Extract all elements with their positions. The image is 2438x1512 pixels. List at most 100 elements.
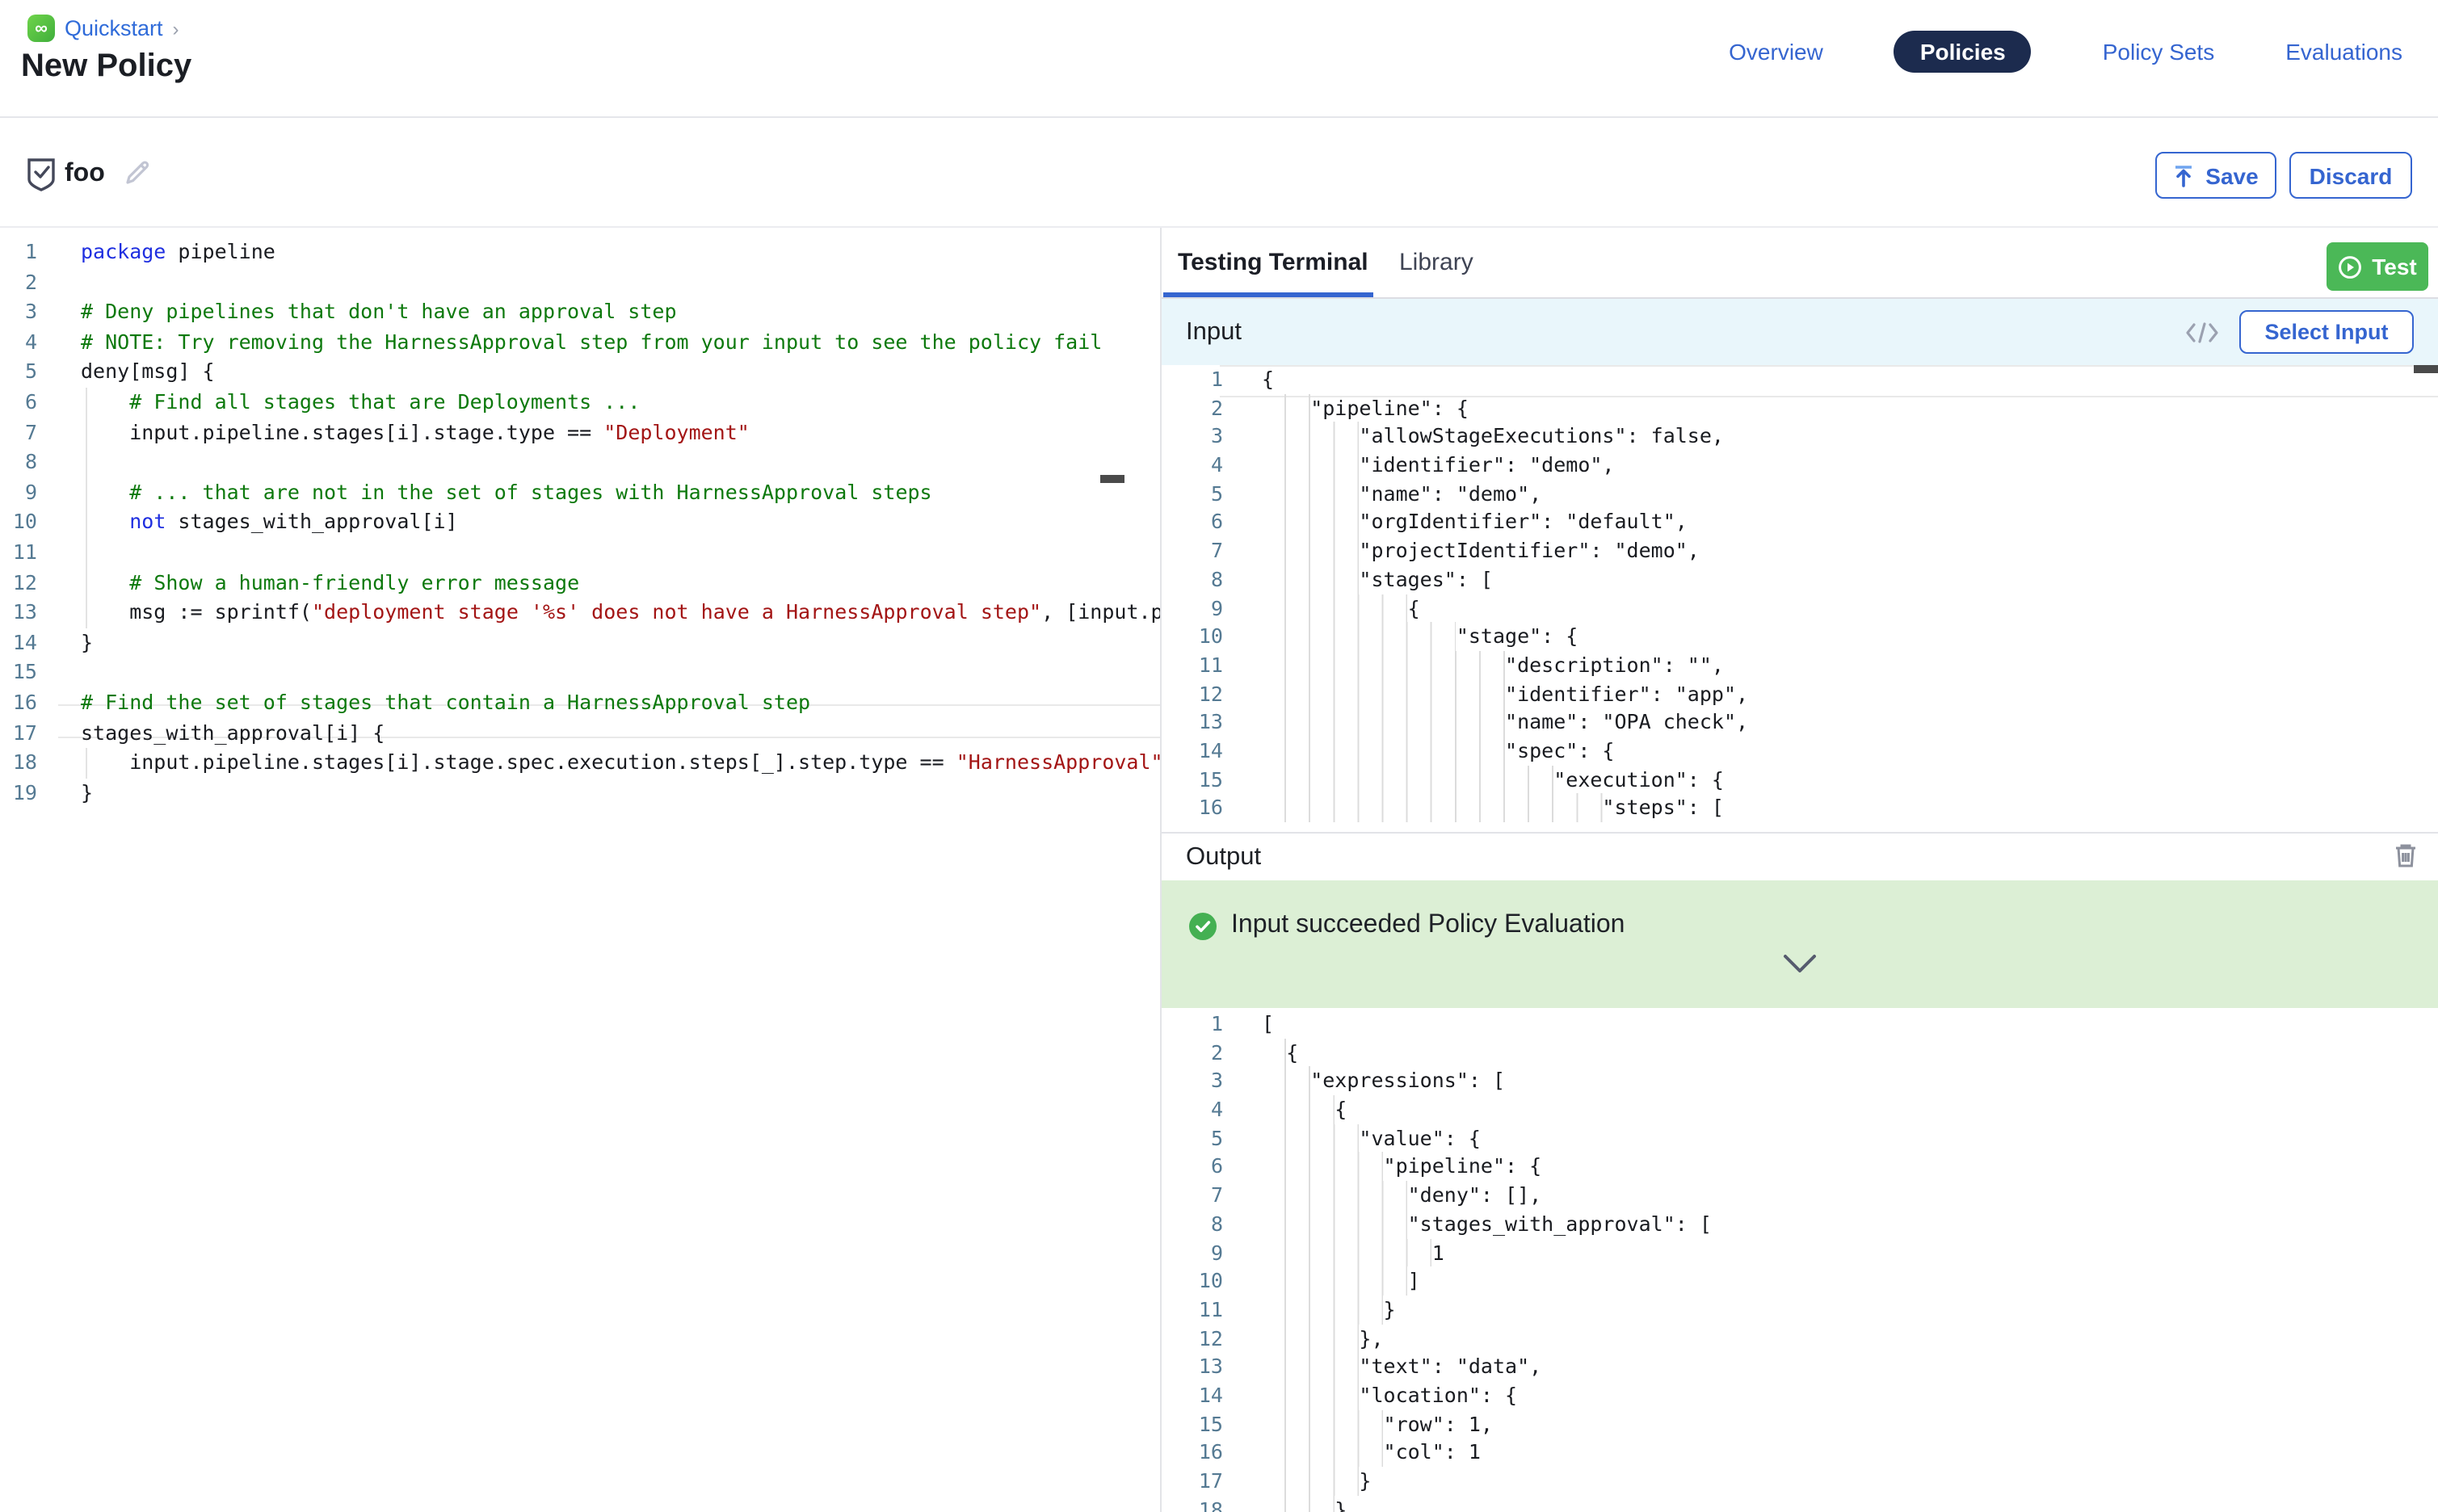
line-number: 7	[1162, 536, 1223, 565]
policy-code-editor[interactable]: 1package pipeline23# Deny pipelines that…	[0, 228, 1160, 1512]
line-number: 4	[0, 328, 37, 358]
code-line: 13 msg := sprintf("deployment stage '%s'…	[0, 598, 1160, 628]
line-number: 12	[1162, 1324, 1223, 1352]
code-line: 11 "description": "",	[1162, 651, 2438, 679]
breadcrumb-project-link[interactable]: Quickstart	[65, 16, 163, 40]
line-number: 3	[1162, 422, 1223, 451]
line-number: 16	[1162, 1438, 1223, 1467]
save-button[interactable]: Save	[2155, 152, 2276, 199]
code-line: 17 }	[1162, 1467, 2438, 1495]
indent-guides	[1262, 451, 1359, 479]
input-title: Input	[1186, 317, 1242, 346]
indent-guides	[1262, 794, 1602, 822]
indent-guides	[1262, 536, 1359, 565]
tab-testing-terminal[interactable]: Testing Terminal	[1178, 228, 1368, 297]
code-line: 1[	[1162, 1010, 2438, 1038]
tab-policies[interactable]: Policies	[1894, 31, 2032, 73]
banner-message: Input succeeded Policy Evaluation	[1231, 911, 1625, 940]
line-number: 13	[1162, 1353, 1223, 1381]
line-number: 11	[0, 538, 37, 568]
code-line: 15 "execution": {	[1162, 765, 2438, 793]
chevron-right-icon: ›	[173, 17, 179, 40]
code-line: 16 "steps": [	[1162, 794, 2438, 822]
code-line: 16# Find the set of stages that contain …	[0, 688, 1160, 718]
code-line: 9 1	[1162, 1238, 2438, 1266]
code-line: 15 "row": 1,	[1162, 1409, 2438, 1438]
code-line: 17stages_with_approval[i] {	[0, 718, 1160, 748]
indent-guides	[1262, 1238, 1432, 1266]
line-number: 15	[0, 658, 37, 688]
line-number: 9	[0, 478, 37, 508]
select-input-button[interactable]: Select Input	[2239, 310, 2414, 354]
line-number: 2	[1162, 1038, 1223, 1066]
code-line: 14}	[0, 628, 1160, 657]
scroll-ruler-cursor-mark	[1100, 475, 1124, 483]
code-line: 13 "text": "data",	[1162, 1353, 2438, 1381]
line-number: 8	[1162, 1210, 1223, 1238]
tab-overview[interactable]: Overview	[1729, 39, 1823, 65]
code-line: 18 input.pipeline.stages[i].stage.spec.e…	[0, 748, 1160, 778]
chevron-down-icon[interactable]	[1782, 953, 1818, 974]
indent-guides	[1262, 1266, 1408, 1295]
input-json-editor[interactable]: 1{2 "pipeline": {3 "allowStageExecutions…	[1162, 365, 2438, 832]
code-line: 1{	[1162, 365, 2438, 393]
line-number: 18	[1162, 1495, 1223, 1512]
header-tabs: Overview Policies Policy Sets Evaluation…	[1729, 31, 2402, 73]
page-title: New Policy	[21, 48, 191, 86]
line-number: 13	[1162, 708, 1223, 737]
line-number: 12	[1162, 679, 1223, 708]
line-number: 8	[1162, 565, 1223, 594]
edit-pencil-icon[interactable]	[123, 158, 152, 187]
code-line: 8 "stages": [	[1162, 565, 2438, 594]
line-number: 10	[1162, 622, 1223, 650]
line-number: 7	[0, 418, 37, 447]
line-number: 11	[1162, 1296, 1223, 1324]
indent-guides	[1262, 737, 1505, 765]
tab-evaluations[interactable]: Evaluations	[2285, 39, 2402, 65]
code-line: 9 # ... that are not in the set of stage…	[0, 478, 1160, 508]
indent-guides	[1262, 679, 1505, 708]
code-line: 13 "name": "OPA check",	[1162, 708, 2438, 737]
indent-guides	[1262, 708, 1505, 737]
line-number: 6	[1162, 508, 1223, 536]
code-line: 7 "deny": [],	[1162, 1181, 2438, 1209]
line-number: 9	[1162, 594, 1223, 622]
code-line: 5deny[msg] {	[0, 358, 1160, 388]
test-button[interactable]: Test	[2327, 242, 2428, 291]
line-number: 16	[1162, 794, 1223, 822]
indent-guides	[1262, 1153, 1384, 1181]
code-line: 5 "value": {	[1162, 1124, 2438, 1153]
code-brackets-icon[interactable]	[2184, 321, 2220, 344]
tab-policy-sets[interactable]: Policy Sets	[2103, 39, 2215, 65]
line-number: 3	[0, 297, 37, 327]
line-number: 6	[0, 388, 37, 418]
code-line: 3# Deny pipelines that don't have an app…	[0, 297, 1160, 327]
code-line: 7 "projectIdentifier": "demo",	[1162, 536, 2438, 565]
code-line: 10 not stages_with_approval[i]	[0, 508, 1160, 538]
code-line: 12 # Show a human-friendly error message	[0, 568, 1160, 598]
indent-guides	[1262, 1296, 1384, 1324]
line-number: 12	[0, 568, 37, 598]
code-line: 14 "location": {	[1162, 1381, 2438, 1409]
line-number: 10	[1162, 1266, 1223, 1295]
save-label: Save	[2205, 162, 2258, 188]
indent-guides	[1262, 1067, 1310, 1095]
code-line: 11	[0, 538, 1160, 568]
line-number: 17	[0, 718, 37, 748]
line-number: 1	[1162, 365, 1223, 393]
code-line: 8	[0, 447, 1160, 477]
indent-guides	[1262, 508, 1359, 536]
play-circle-icon	[2338, 254, 2362, 279]
line-number: 16	[0, 688, 37, 718]
output-json-editor[interactable]: 1[2 {3 "expressions": [4 {5 "value": {6 …	[1162, 1008, 2438, 1512]
tab-library[interactable]: Library	[1399, 228, 1473, 297]
discard-button[interactable]: Discard	[2289, 152, 2412, 199]
line-number: 18	[0, 748, 37, 778]
test-label: Test	[2372, 254, 2417, 279]
code-line: 19}	[0, 778, 1160, 808]
indent-guides	[1262, 480, 1359, 508]
line-number: 5	[0, 358, 37, 388]
terminal-tabs: Testing Terminal Library	[1162, 228, 2438, 299]
line-number: 17	[1162, 1467, 1223, 1495]
trash-icon[interactable]	[2393, 842, 2419, 869]
